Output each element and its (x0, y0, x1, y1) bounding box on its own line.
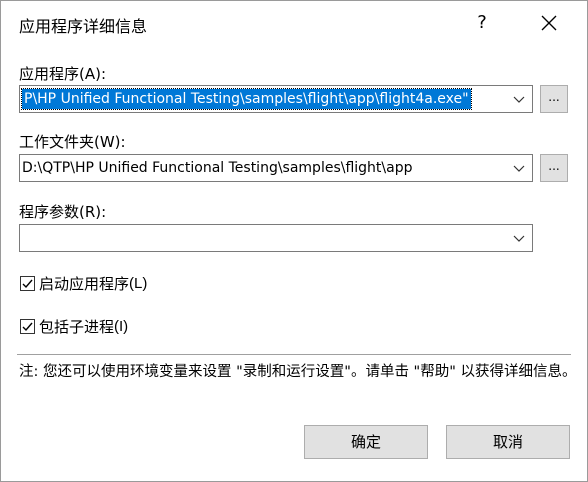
workdir-label: 工作文件夹(W): (19, 133, 126, 151)
include-children-label: 包括子进程 (39, 318, 115, 336)
launch-app-label: 启动应用程序 (39, 275, 130, 293)
args-combo[interactable] (19, 224, 533, 252)
include-children-shortcut: (I) (114, 318, 129, 335)
args-label: 程序参数(R): (19, 203, 107, 221)
title-bar: 应用程序详细信息 ? (1, 1, 587, 47)
launch-app-box[interactable] (20, 276, 35, 291)
workdir-value[interactable]: D:\QTP\HP Unified Functional Testing\sam… (22, 158, 412, 178)
app-browse-button[interactable]: ... (540, 85, 568, 113)
app-path-combo[interactable]: P\HP Unified Functional Testing\samples\… (19, 85, 533, 113)
app-path-value[interactable]: P\HP Unified Functional Testing\samples\… (21, 88, 472, 110)
checkmark-icon (22, 322, 33, 332)
workdir-combo[interactable]: D:\QTP\HP Unified Functional Testing\sam… (19, 154, 533, 182)
checkmark-icon (22, 279, 33, 289)
launch-app-checkbox[interactable]: 启动应用程序 (L) (20, 273, 147, 294)
app-details-dialog: 应用程序详细信息 ? 应用程序(A): P\HP Unified Functio… (0, 0, 588, 482)
help-button[interactable]: ? (465, 7, 499, 39)
ok-button[interactable]: 确定 (304, 425, 428, 459)
launch-app-shortcut: (L) (129, 275, 148, 292)
include-children-box[interactable] (20, 319, 35, 334)
chevron-down-icon[interactable] (510, 159, 528, 177)
workdir-browse-button[interactable]: ... (540, 154, 568, 182)
close-icon (541, 15, 557, 31)
chevron-down-icon[interactable] (510, 229, 528, 247)
dialog-title: 应用程序详细信息 (19, 17, 148, 36)
cancel-button[interactable]: 取消 (446, 425, 570, 459)
include-children-checkbox[interactable]: 包括子进程 (I) (20, 316, 128, 337)
note-text: 注: 您还可以使用环境变量来设置 "录制和运行设置"。请单击 "帮助" 以获得详… (19, 364, 577, 380)
close-button[interactable] (529, 7, 569, 39)
separator (17, 354, 571, 355)
chevron-down-icon[interactable] (510, 90, 528, 108)
app-label: 应用程序(A): (19, 65, 107, 83)
